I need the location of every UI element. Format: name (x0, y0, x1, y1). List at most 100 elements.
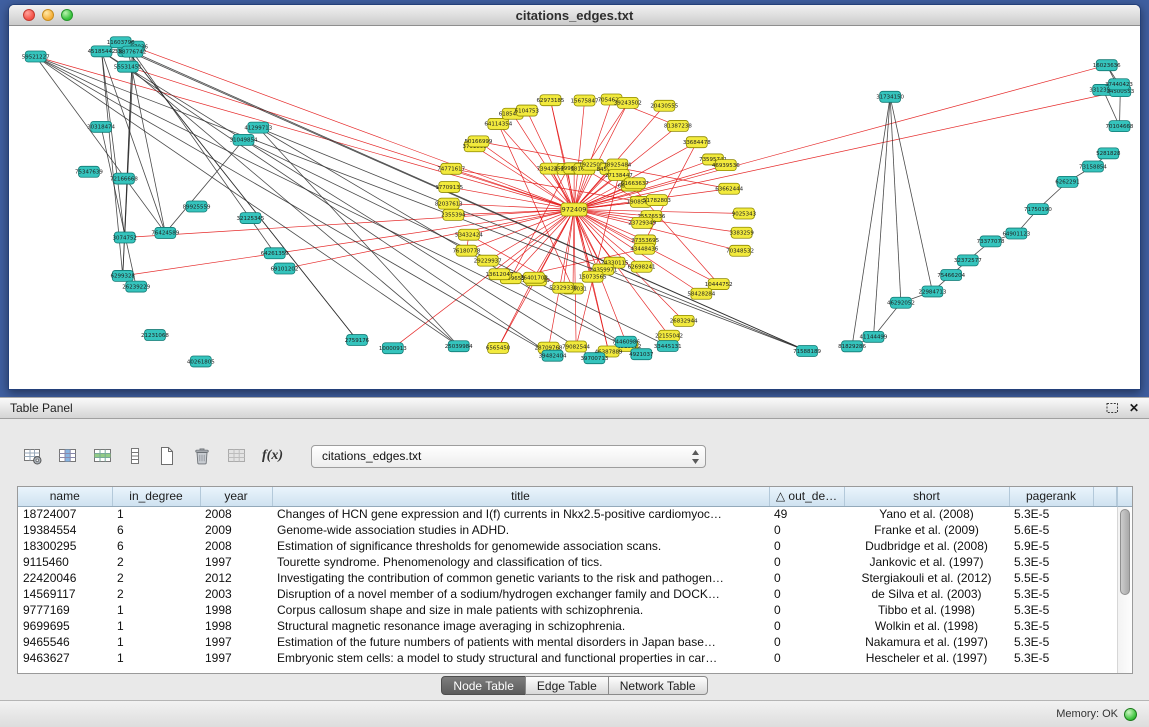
table-cell[interactable]: 6 (112, 538, 200, 554)
table-cell[interactable]: 2012 (200, 570, 272, 586)
graph-node[interactable]: 15675847 (571, 95, 599, 106)
table-cell[interactable]: 1997 (200, 554, 272, 570)
table-cell[interactable]: Nakamura et al. (1997) (844, 634, 1009, 650)
graph-node[interactable]: 29229937 (474, 255, 502, 266)
table-cell[interactable]: Tourette syndrome. Phenomenology and cla… (272, 554, 769, 570)
graph-node[interactable]: 73158854 (1079, 161, 1107, 172)
graph-node[interactable]: 71750190 (1024, 204, 1052, 215)
graph-node[interactable]: 33684478 (683, 137, 711, 148)
table-cell[interactable]: 2009 (200, 522, 272, 538)
column-header-short[interactable]: short (844, 487, 1009, 506)
table-cell[interactable]: Structural magnetic resonance image aver… (272, 618, 769, 634)
window-titlebar[interactable]: citations_edges.txt (9, 5, 1140, 26)
minimize-window-icon[interactable] (42, 9, 54, 21)
graph-node[interactable]: 75466204 (937, 270, 965, 281)
table-cell[interactable]: 5.3E-5 (1009, 618, 1093, 634)
graph-node[interactable]: 6565450 (486, 342, 511, 353)
graph-node[interactable]: 3383259 (729, 227, 754, 238)
graph-node[interactable]: 89925559 (183, 201, 211, 212)
graph-node[interactable]: 5281828 (1096, 148, 1121, 159)
table-cell[interactable]: 5.3E-5 (1009, 506, 1093, 522)
table-cell[interactable]: 5.3E-5 (1009, 554, 1093, 570)
new-table-button[interactable] (156, 445, 178, 467)
graph-node[interactable]: 61663637 (621, 178, 649, 189)
graph-node[interactable]: 70104668 (1106, 121, 1134, 132)
graph-node[interactable]: 63662444 (715, 183, 743, 194)
graph-node[interactable]: 21231068 (141, 330, 169, 341)
table-cell[interactable]: 0 (769, 586, 844, 602)
table-cell[interactable]: 0 (769, 618, 844, 634)
table-cell[interactable]: Wolkin et al. (1998) (844, 618, 1009, 634)
table-cell[interactable]: 5.3E-5 (1009, 650, 1093, 666)
network-window[interactable]: citations_edges.txt 73942479352941304996… (8, 4, 1141, 390)
graph-node[interactable]: 62698241 (628, 261, 656, 272)
graph-node[interactable]: 73377078 (977, 236, 1005, 247)
table-cell[interactable]: 0 (769, 522, 844, 538)
graph-node[interactable]: 39243502 (614, 97, 642, 108)
table-row[interactable]: 1456911722003Disruption of a novel membe… (18, 586, 1117, 602)
graph-node[interactable]: 10000913 (379, 343, 407, 354)
table-cell[interactable]: 0 (769, 602, 844, 618)
graph-node[interactable]: 2355394 (441, 209, 466, 220)
graph-node[interactable]: 17709135 (435, 181, 463, 192)
table-cell[interactable]: Changes of HCN gene expression and I(f) … (272, 506, 769, 522)
graph-node[interactable]: 76180778 (453, 245, 481, 256)
table-cell[interactable]: 0 (769, 634, 844, 650)
graph-node[interactable]: 16023636 (1093, 60, 1121, 71)
graph-node[interactable]: 25039984 (445, 341, 473, 352)
graph-node[interactable]: 69101202 (270, 263, 298, 274)
table-row[interactable]: 946554611997Estimation of the future num… (18, 634, 1117, 650)
import-table-button[interactable] (226, 445, 248, 467)
table-cell[interactable]: Corpus callosum shape and size in male p… (272, 602, 769, 618)
graph-node[interactable]: 75347639 (75, 166, 103, 177)
table-cell[interactable]: 2003 (200, 586, 272, 602)
table-cell[interactable]: 18300295 (18, 538, 112, 554)
graph-node[interactable]: 74771617 (437, 163, 465, 174)
table-cell[interactable]: 6 (112, 522, 200, 538)
table-cell[interactable]: 2 (112, 570, 200, 586)
graph-node[interactable]: 39700713 (581, 353, 609, 364)
table-cell[interactable]: 5.9E-5 (1009, 538, 1093, 554)
table-cell[interactable]: 9465546 (18, 634, 112, 650)
table-selector[interactable]: citations_edges.txt (311, 445, 706, 468)
delete-table-button[interactable] (191, 445, 213, 467)
table-cell[interactable]: Genome-wide association studies in ADHD. (272, 522, 769, 538)
graph-node[interactable]: 32372577 (954, 255, 982, 266)
table-cell[interactable]: 1997 (200, 634, 272, 650)
table-row[interactable]: 977716911998Corpus callosum shape and si… (18, 602, 1117, 618)
table-cell[interactable]: 9115460 (18, 554, 112, 570)
column-header-name[interactable]: name (18, 487, 112, 506)
graph-node[interactable]: 59521227 (22, 51, 50, 62)
tab-network-table[interactable]: Network Table (608, 676, 708, 695)
graph-node[interactable]: 46939536 (712, 160, 740, 171)
graph-node[interactable]: 40261805 (187, 356, 215, 367)
table-settings-button[interactable] (22, 445, 44, 467)
graph-node[interactable]: 41144499 (860, 331, 888, 342)
graph-node[interactable]: 88776742 (118, 46, 146, 57)
graph-node[interactable]: 18925484 (603, 159, 631, 170)
table-cell[interactable]: 18724007 (18, 506, 112, 522)
table-cell[interactable]: 5.6E-5 (1009, 522, 1093, 538)
table-cell[interactable]: Hescheler et al. (1997) (844, 650, 1009, 666)
table-cell[interactable]: 9699695 (18, 618, 112, 634)
float-panel-icon[interactable] (1106, 402, 1119, 414)
graph-node[interactable]: 70348532 (726, 245, 754, 256)
table-cell[interactable]: Jankovic et al. (1997) (844, 554, 1009, 570)
graph-node[interactable]: 53432424 (455, 229, 483, 240)
table-row[interactable]: 946362711997Embryonic stem cells: a mode… (18, 650, 1117, 666)
table-row[interactable]: 2242004622012Investigating the contribut… (18, 570, 1117, 586)
column-header-out_de[interactable]: △ out_de… (769, 487, 844, 506)
table-cell[interactable]: 2008 (200, 506, 272, 522)
table-cell[interactable]: 5.3E-5 (1009, 602, 1093, 618)
graph-node[interactable]: 33445131 (654, 341, 682, 352)
table-cell[interactable]: 5.5E-5 (1009, 570, 1093, 586)
graph-node[interactable]: 2759176 (345, 335, 370, 346)
table-row[interactable]: 969969511998Structural magnetic resonanc… (18, 618, 1117, 634)
table-row[interactable]: 911546021997Tourette syndrome. Phenomeno… (18, 554, 1117, 570)
graph-node[interactable]: 4921037 (629, 349, 654, 360)
graph-node[interactable]: 6104753 (515, 105, 540, 116)
table-cell[interactable]: 0 (769, 570, 844, 586)
tab-node-table[interactable]: Node Table (441, 676, 526, 695)
graph-node[interactable]: 52329338 (549, 282, 577, 293)
graph-node[interactable]: 37440423 (1105, 79, 1133, 90)
